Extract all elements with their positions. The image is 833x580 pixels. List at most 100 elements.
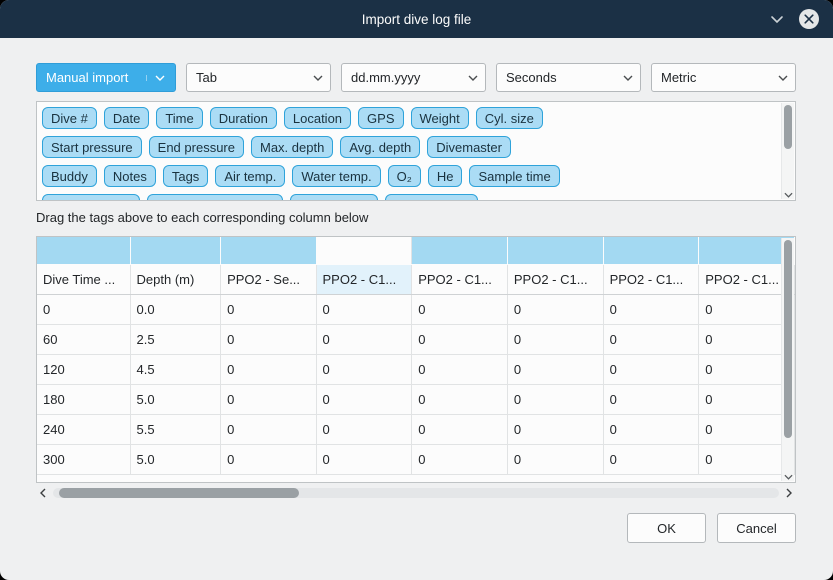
close-button[interactable] — [798, 8, 820, 30]
duration-format-select[interactable]: Seconds — [496, 63, 641, 92]
table-cell: 0 — [412, 354, 508, 384]
scroll-left-icon[interactable] — [36, 488, 50, 498]
table-cell: 0 — [221, 324, 316, 354]
column-drop-cell[interactable] — [37, 237, 130, 264]
tag-max-depth[interactable]: Max. depth — [251, 136, 333, 158]
tag-row: Sample depth Sample temperature Sample pO₂… — [42, 194, 775, 201]
scroll-right-icon[interactable] — [782, 488, 796, 498]
chevron-down-icon[interactable] — [770, 15, 784, 24]
column-header[interactable]: PPO2 - C1... — [316, 264, 412, 294]
dialog-content: Manual import Tab dd.mm.yyyy Seconds — [0, 38, 833, 580]
table-cell: 0 — [507, 444, 603, 474]
table-cell: 0 — [221, 444, 316, 474]
tag-water-temp-[interactable]: Water temp. — [292, 165, 380, 187]
preview-table-panel: Dive Time ...Depth (m)PPO2 - Se...PPO2 -… — [36, 236, 796, 483]
import-mode-value: Manual import — [46, 70, 146, 85]
tag-panel: Dive # Date Time Duration Location GPS Weight C… — [36, 101, 796, 201]
column-header[interactable]: Depth (m) — [130, 264, 221, 294]
table-row: 00.0000000 — [37, 294, 795, 324]
tag-sample-depth[interactable]: Sample depth — [42, 194, 140, 201]
table-cell: 5.0 — [130, 384, 221, 414]
scrollbar-handle[interactable] — [784, 240, 792, 438]
column-drop-cell[interactable] — [130, 237, 221, 264]
table-cell: 240 — [37, 414, 130, 444]
drop-target-row — [37, 237, 795, 264]
scrollbar-handle[interactable] — [59, 488, 299, 498]
table-cell: 0 — [221, 384, 316, 414]
table-row: 3005.0000000 — [37, 444, 795, 474]
ok-button[interactable]: OK — [627, 513, 706, 543]
chevron-down-icon — [462, 75, 478, 81]
tag-buddy[interactable]: Buddy — [42, 165, 97, 187]
table-cell: 0 — [316, 324, 412, 354]
import-dialog: Import dive log file Manual import — [0, 0, 833, 580]
tag-sample-temperature[interactable]: Sample temperature — [147, 194, 283, 201]
column-drop-cell[interactable] — [412, 237, 508, 264]
date-format-select[interactable]: dd.mm.yyyy — [341, 63, 486, 92]
column-drop-cell[interactable] — [221, 237, 316, 264]
column-header[interactable]: PPO2 - C1... — [412, 264, 508, 294]
table-row: 602.5000000 — [37, 324, 795, 354]
field-separator-select[interactable]: Tab — [186, 63, 331, 92]
tag-dive-[interactable]: Dive # — [42, 107, 97, 129]
table-cell: 0 — [221, 294, 316, 324]
column-header[interactable]: PPO2 - Se... — [221, 264, 316, 294]
table-row: 1805.0000000 — [37, 384, 795, 414]
tag-weight[interactable]: Weight — [411, 107, 469, 129]
tag-end-pressure[interactable]: End pressure — [149, 136, 244, 158]
tag-o-[interactable]: O₂ — [388, 165, 421, 187]
tag-he[interactable]: He — [428, 165, 463, 187]
column-header[interactable]: PPO2 - C1... — [507, 264, 603, 294]
scroll-down-icon[interactable] — [782, 474, 794, 480]
table-cell: 0 — [316, 294, 412, 324]
cancel-button[interactable]: Cancel — [717, 513, 796, 543]
date-format-value: dd.mm.yyyy — [351, 70, 462, 85]
column-header[interactable]: Dive Time ... — [37, 264, 130, 294]
tag-date[interactable]: Date — [104, 107, 149, 129]
units-value: Metric — [661, 70, 772, 85]
scrollbar-track[interactable] — [53, 488, 779, 498]
table-cell: 0 — [507, 294, 603, 324]
import-mode-select[interactable]: Manual import — [36, 63, 176, 92]
tag-gps[interactable]: GPS — [358, 107, 403, 129]
scrollbar-handle[interactable] — [784, 105, 792, 149]
tag-time[interactable]: Time — [156, 107, 202, 129]
scroll-down-icon[interactable] — [782, 192, 794, 198]
horizontal-scrollbar[interactable] — [36, 485, 796, 501]
column-drop-cell[interactable] — [316, 237, 412, 264]
tag-sample-cns[interactable]: Sample CNS — [385, 194, 478, 201]
table-cell: 0 — [603, 384, 699, 414]
column-drop-cell[interactable] — [507, 237, 603, 264]
tag-sample-po-[interactable]: Sample pO₂ — [290, 194, 378, 201]
tag-row: Dive # Date Time Duration Location GPS Weight C… — [42, 107, 775, 129]
table-cell: 0 — [37, 294, 130, 324]
table-cell: 120 — [37, 354, 130, 384]
tag-tags[interactable]: Tags — [163, 165, 208, 187]
table-cell: 0 — [316, 414, 412, 444]
table-row: 2405.5000000 — [37, 414, 795, 444]
titlebar[interactable]: Import dive log file — [0, 0, 833, 38]
tag-duration[interactable]: Duration — [210, 107, 277, 129]
field-separator-value: Tab — [196, 70, 307, 85]
table-row: 1204.5000000 — [37, 354, 795, 384]
table-cell: 0 — [412, 384, 508, 414]
table-cell: 180 — [37, 384, 130, 414]
column-drop-cell[interactable] — [603, 237, 699, 264]
table-cell: 0 — [412, 414, 508, 444]
tag-sample-time[interactable]: Sample time — [469, 165, 559, 187]
tag-panel-scrollbar[interactable] — [781, 103, 794, 199]
units-select[interactable]: Metric — [651, 63, 796, 92]
tag-divemaster[interactable]: Divemaster — [427, 136, 511, 158]
tag-air-temp-[interactable]: Air temp. — [215, 165, 285, 187]
table-cell: 0 — [316, 444, 412, 474]
column-header[interactable]: PPO2 - C1... — [603, 264, 699, 294]
tag-location[interactable]: Location — [284, 107, 351, 129]
tag-start-pressure[interactable]: Start pressure — [42, 136, 142, 158]
tag-notes[interactable]: Notes — [104, 165, 156, 187]
tag-cyl-size[interactable]: Cyl. size — [476, 107, 543, 129]
tag-avg-depth[interactable]: Avg. depth — [340, 136, 420, 158]
tag-list: Dive # Date Time Duration Location GPS Weight C… — [37, 102, 795, 201]
table-scrollbar[interactable] — [781, 238, 794, 481]
chevron-down-icon — [307, 75, 323, 81]
chevron-down-icon — [146, 75, 168, 81]
